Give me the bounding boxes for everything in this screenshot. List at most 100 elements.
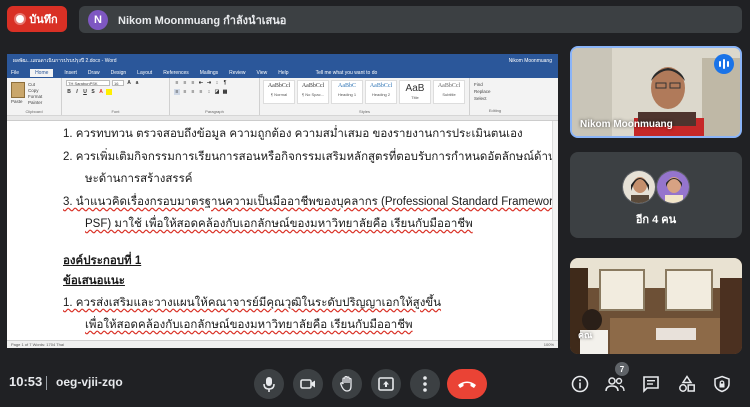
font-group: TH SarabunPSK 16 A a B I U S A Font [62,78,170,115]
shrink-font-icon[interactable]: a [134,80,140,86]
align-right-icon[interactable]: ≡ [190,89,196,95]
word-titlebar: ผลพัฒ...แผนดาเนินการปรบปรุงปี 2.docx - W… [7,54,558,67]
more-vert-icon [423,376,427,392]
participant-tile-room[interactable]: คณ [570,258,742,354]
style-label: ¶ No Spac... [302,92,324,97]
tab-mailings[interactable]: Mailings [200,70,218,76]
tell-me-box[interactable]: Tell me what you want to do [316,70,378,76]
bold-icon[interactable]: B [66,89,72,95]
chat-button[interactable] [639,372,663,396]
activities-button[interactable] [675,372,699,396]
activities-icon [679,375,695,392]
increase-indent-icon[interactable]: ⇥ [206,80,212,86]
more-options-button[interactable] [410,369,440,399]
tab-home[interactable]: Home [30,68,54,77]
camera-button[interactable] [293,369,323,399]
underline-icon[interactable]: U [82,89,88,95]
tab-insert[interactable]: Insert [64,70,77,76]
hang-up-icon [458,381,476,388]
more-participants-label: อีก 4 คน [635,214,677,226]
format-painter-button[interactable]: Format Painter [28,94,57,106]
meeting-details-button[interactable] [568,372,592,396]
participant-tile-speaker[interactable]: Nikom Moonmuang [570,46,742,138]
host-controls-button[interactable] [710,372,734,396]
style-subtitle[interactable]: AaBbCcl Subtitle [433,80,465,104]
style-label: Title [411,95,419,100]
font-color-icon[interactable]: A [98,89,104,95]
doc-line: 3. นำแนวคิดเรื่องกรอบมาตรฐานความเป็นมืออ… [63,196,558,208]
people-button[interactable]: 7 [603,362,629,396]
presenter-banner[interactable]: N Nikom Moonmuang กำลังนำเสนอ [79,6,742,33]
line-spacing-icon[interactable]: ↕ [206,89,212,95]
record-dot-icon [16,15,25,23]
align-left-icon[interactable]: ≡ [174,89,180,95]
zoom-level[interactable]: 100% [544,342,554,347]
tab-review[interactable]: Review [229,70,245,76]
doc-line: เพื่อให้สอดคล้องกับเอกลักษณ์ของมหาวิทยาล… [85,319,413,331]
chat-icon [643,376,659,393]
select-button[interactable]: Select [474,95,516,102]
tab-view[interactable]: View [257,70,268,76]
tab-help[interactable]: Help [278,70,288,76]
doc-line: 2. ควรเพิ่มเติมกิจกรรมการเรียนการสอนหรือ… [63,151,558,163]
document-page[interactable]: 1. ควรทบทวน ตรวจสอบถึงข้อมูล ความถูกต้อง… [7,121,558,340]
tab-draw[interactable]: Draw [88,70,100,76]
paste-icon[interactable] [11,82,25,98]
find-button[interactable]: Find [474,81,516,88]
style-no-spacing[interactable]: AaBbCcl ¶ No Spac... [297,80,329,104]
tab-design[interactable]: Design [111,70,127,76]
editing-group-label: Editing [488,108,502,113]
grow-font-icon[interactable]: A [126,80,132,86]
strikethrough-icon[interactable]: S [90,89,96,95]
style-preview: AaBbCcl [301,83,325,89]
highlight-icon[interactable] [106,89,112,95]
leave-call-button[interactable] [447,369,487,399]
style-preview: AaBbCcl [267,83,291,89]
style-label: Heading 1 [337,92,357,97]
raise-hand-button[interactable] [332,369,362,399]
bullets-icon[interactable]: ≡ [174,80,180,86]
clipboard-group-label: Clipboard [25,109,43,114]
tab-layout[interactable]: Layout [137,70,152,76]
paste-label: Paste [11,99,23,104]
present-screen-button[interactable] [371,369,401,399]
doc-heading: ข้อเสนอแนะ [63,275,125,287]
divider [46,376,47,390]
numbering-icon[interactable]: ≡ [182,80,188,86]
room-participant-name: คณ [578,330,593,340]
microphone-button[interactable] [254,369,284,399]
align-center-icon[interactable]: ≡ [182,89,188,95]
record-button[interactable]: บันทึก [7,6,67,32]
meeting-code[interactable]: oeg-vjii-zqo [56,375,123,389]
participant-tile-more[interactable]: อีก 4 คน [570,152,742,238]
decrease-indent-icon[interactable]: ⇤ [198,80,204,86]
show-marks-icon[interactable]: ¶ [222,80,228,86]
word-ribbon: Paste Cut Copy Format Painter Clipboard … [7,78,558,116]
justify-icon[interactable]: ≡ [198,89,204,95]
sort-icon[interactable]: ↕ [214,80,220,86]
font-name-select[interactable]: TH SarabunPSK [66,80,110,86]
shield-lock-icon [714,375,730,393]
present-icon [378,377,394,391]
style-title[interactable]: AaB Title [399,80,431,104]
info-icon [571,375,589,393]
style-label: Heading 2 [371,92,391,97]
presenter-avatar: N [88,9,108,30]
style-heading-2[interactable]: AaBbCcl Heading 2 [365,80,397,104]
style-heading-1[interactable]: AaBbC Heading 1 [331,80,363,104]
borders-icon[interactable]: ▦ [222,89,228,95]
italic-icon[interactable]: I [74,89,80,95]
clock: 10:53 [9,374,43,389]
font-size-select[interactable]: 16 [112,80,124,86]
editing-group: Find Replace Select Editing [470,78,520,115]
tab-references[interactable]: References [163,70,189,76]
style-normal[interactable]: AaBbCcl ¶ Normal [263,80,295,104]
doc-line: ษะด้านการสร้างสรรค์ [85,173,193,185]
doc-line: PSF) มาใช้ เพื่อให้สอดคล้องกับเอกลักษณ์ข… [85,218,473,230]
doc-heading: องค์ประกอบที่ 1 [63,255,142,267]
replace-button[interactable]: Replace [474,88,516,95]
tab-file[interactable]: File [11,70,19,76]
shading-icon[interactable]: ◪ [214,89,220,95]
multilevel-list-icon[interactable]: ≡ [190,80,196,86]
vertical-scrollbar[interactable] [552,121,558,340]
